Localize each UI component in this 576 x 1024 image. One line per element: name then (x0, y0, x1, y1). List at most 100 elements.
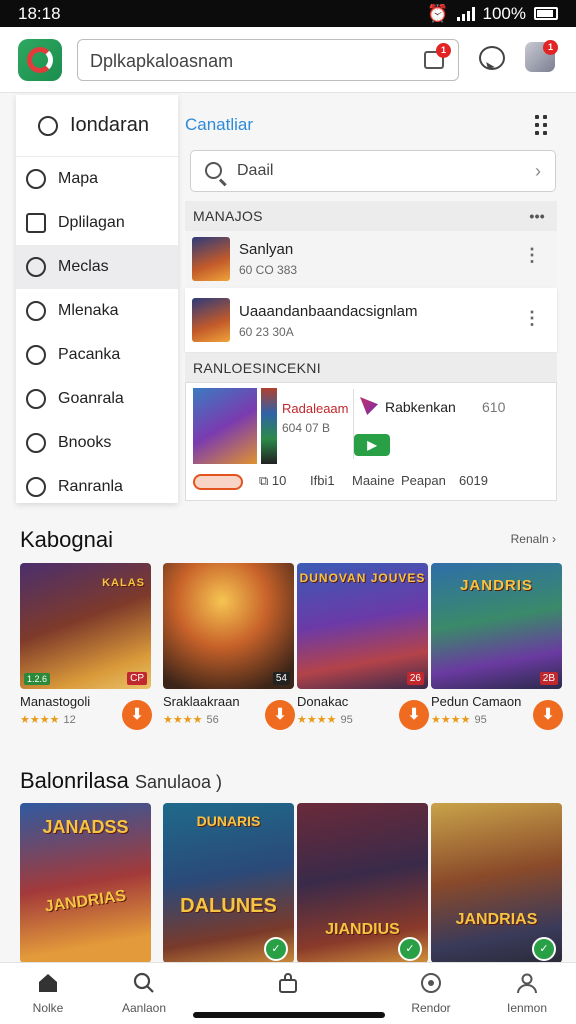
game-card[interactable]: JIANDIUS ✓ (297, 803, 428, 963)
chat-icon[interactable] (479, 46, 505, 70)
game-title: Manastogoli (20, 694, 91, 709)
chevron-right-icon: › (535, 161, 541, 181)
list-item[interactable]: Sanlyan 60 CO 383 ⋮ (185, 231, 557, 287)
game-card[interactable]: JANDRIAS ✓ (431, 803, 562, 963)
section-title: Kabognai (20, 527, 113, 552)
signal-icon (456, 6, 475, 21)
game-card[interactable]: JANADSS JANDRIAS (20, 803, 151, 963)
search-icon (26, 389, 46, 409)
installed-check-icon: ✓ (264, 937, 288, 961)
list-item[interactable]: Uaaandanbaandacsignlam 60 23 30A ⋮ (185, 288, 557, 352)
search-icon (133, 972, 154, 993)
search-icon (205, 162, 222, 179)
game-cover: DUNOVAN JOUVES 26 (297, 563, 428, 689)
featured-title: Radaleaam (282, 401, 349, 416)
download-button[interactable]: ⬇ (533, 700, 563, 730)
game-card[interactable]: DUNARIS DALUNES ✓ (163, 803, 294, 963)
info-icon (26, 301, 46, 321)
more-icon[interactable]: ••• (529, 201, 545, 231)
grid-icon[interactable] (535, 115, 549, 135)
home-indicator[interactable] (193, 1012, 385, 1018)
sidebar-item-bnooks[interactable]: Bnooks (16, 421, 178, 465)
dot-circle-icon (26, 433, 46, 453)
featured-name: Rabkenkan (385, 399, 456, 415)
clock-icon (26, 169, 46, 189)
panel-search-field[interactable]: Daail › (190, 150, 556, 192)
sidebar-item-mlenaka[interactable]: Mlenaka (16, 289, 178, 333)
gear-icon (26, 257, 46, 277)
meta-item: Ifbi1 (310, 473, 335, 488)
meta-item: 6019 (459, 473, 488, 488)
sidebar-item-meclas[interactable]: Meclas (16, 245, 178, 289)
rating: ★★★★ 12 (20, 714, 76, 726)
sidebar-item-ranranla[interactable]: Ranranla (16, 465, 178, 509)
download-button[interactable]: ⬇ (265, 700, 295, 730)
home-icon (39, 974, 57, 992)
sidebar-menu: Iondaran Mapa Dplilagan Meclas Mlenaka P… (16, 95, 178, 503)
download-button[interactable]: ⬇ (122, 700, 152, 730)
tab-search[interactable]: Aanlaon (99, 971, 189, 1015)
meta-item: ⧉ 10 (259, 473, 287, 488)
share-icon[interactable]: ⋮ (523, 308, 541, 329)
featured-sub: 604 07 B (282, 421, 331, 435)
rating: ★★★★ 95 (431, 714, 487, 726)
panel-search-text: Daail (237, 162, 274, 179)
featured-count: 610 (482, 399, 506, 415)
featured-thumbnails (261, 388, 277, 464)
sidebar-header[interactable]: Iondaran (16, 95, 178, 157)
bag-icon (279, 973, 297, 993)
sidebar-item-dplilagan[interactable]: Dplilagan (16, 201, 178, 245)
list-icon (26, 213, 46, 233)
search-input[interactable]: Dplkapkaloasnam 1 (77, 39, 459, 81)
game-title: Pedun Camaon (431, 694, 522, 709)
featured-card[interactable]: Radaleaam 604 07 B Rabkenkan 610 ▶ ⧉ 10 … (185, 382, 557, 501)
game-title: Sraklaakraan (163, 694, 240, 709)
tab-profile[interactable]: Ienmon (482, 971, 572, 1015)
kebab-menu-icon[interactable]: ⋮ (523, 245, 541, 266)
section-title: Balonrilasa Sanulaoa ) (20, 768, 223, 793)
app-logo[interactable] (18, 39, 62, 81)
profile-badge: 1 (543, 40, 558, 55)
search-icon (26, 345, 46, 365)
refresh-icon (421, 973, 441, 993)
tab-home[interactable]: Nolke (3, 971, 93, 1015)
user-icon (517, 973, 537, 994)
game-cover: KALAS 1.2.6 CP (20, 563, 151, 689)
game-cover: 54 (163, 563, 294, 689)
download-button[interactable]: ⬇ (399, 700, 429, 730)
status-pill (193, 474, 243, 490)
tab-store[interactable] (243, 971, 333, 1001)
section-header: RANLOESINCEKNI (185, 353, 557, 383)
section-header: MANAJOS ••• (185, 201, 557, 231)
featured-image (193, 388, 257, 464)
sidebar-item-mapa[interactable]: Mapa (16, 157, 178, 201)
panel-title: Canatliar (185, 115, 254, 134)
content-panel: Canatliar Daail › MANAJOS ••• Sanlyan 60… (185, 95, 576, 501)
bookmark-icon (26, 477, 46, 497)
avatar (192, 237, 230, 281)
tab-rendor[interactable]: Rendor (386, 971, 476, 1015)
sidebar-item-pacanka[interactable]: Pacanka (16, 333, 178, 377)
status-bar: 18:18 ⏰ 100% (0, 0, 576, 27)
sidebar-title: Iondaran (70, 114, 149, 136)
app-header: Dplkapkaloasnam 1 1 (0, 27, 576, 93)
rating: ★★★★ 95 (297, 714, 353, 726)
heart-icon (38, 115, 58, 136)
rating: ★★★★ 56 (163, 714, 219, 726)
see-all-link[interactable]: Renaln › (511, 532, 556, 546)
search-text: Dplkapkaloasnam (90, 51, 234, 71)
clock: 18:18 (18, 3, 61, 23)
alarm-icon: ⏰ (427, 3, 449, 23)
play-button[interactable]: ▶ (354, 434, 390, 456)
meta-item: Peapan (401, 473, 446, 488)
game-cover: JANDRIS 2B (431, 563, 562, 689)
avatar (192, 298, 230, 342)
brand-logo-icon (360, 397, 378, 415)
battery-percent: 100% (482, 3, 526, 23)
meta-item: Maaine (352, 473, 395, 488)
notification-badge: 1 (436, 43, 451, 58)
game-title: Donakac (297, 694, 349, 709)
installed-check-icon: ✓ (532, 937, 556, 961)
sidebar-item-goanrala[interactable]: Goanrala (16, 377, 178, 421)
installed-check-icon: ✓ (398, 937, 422, 961)
